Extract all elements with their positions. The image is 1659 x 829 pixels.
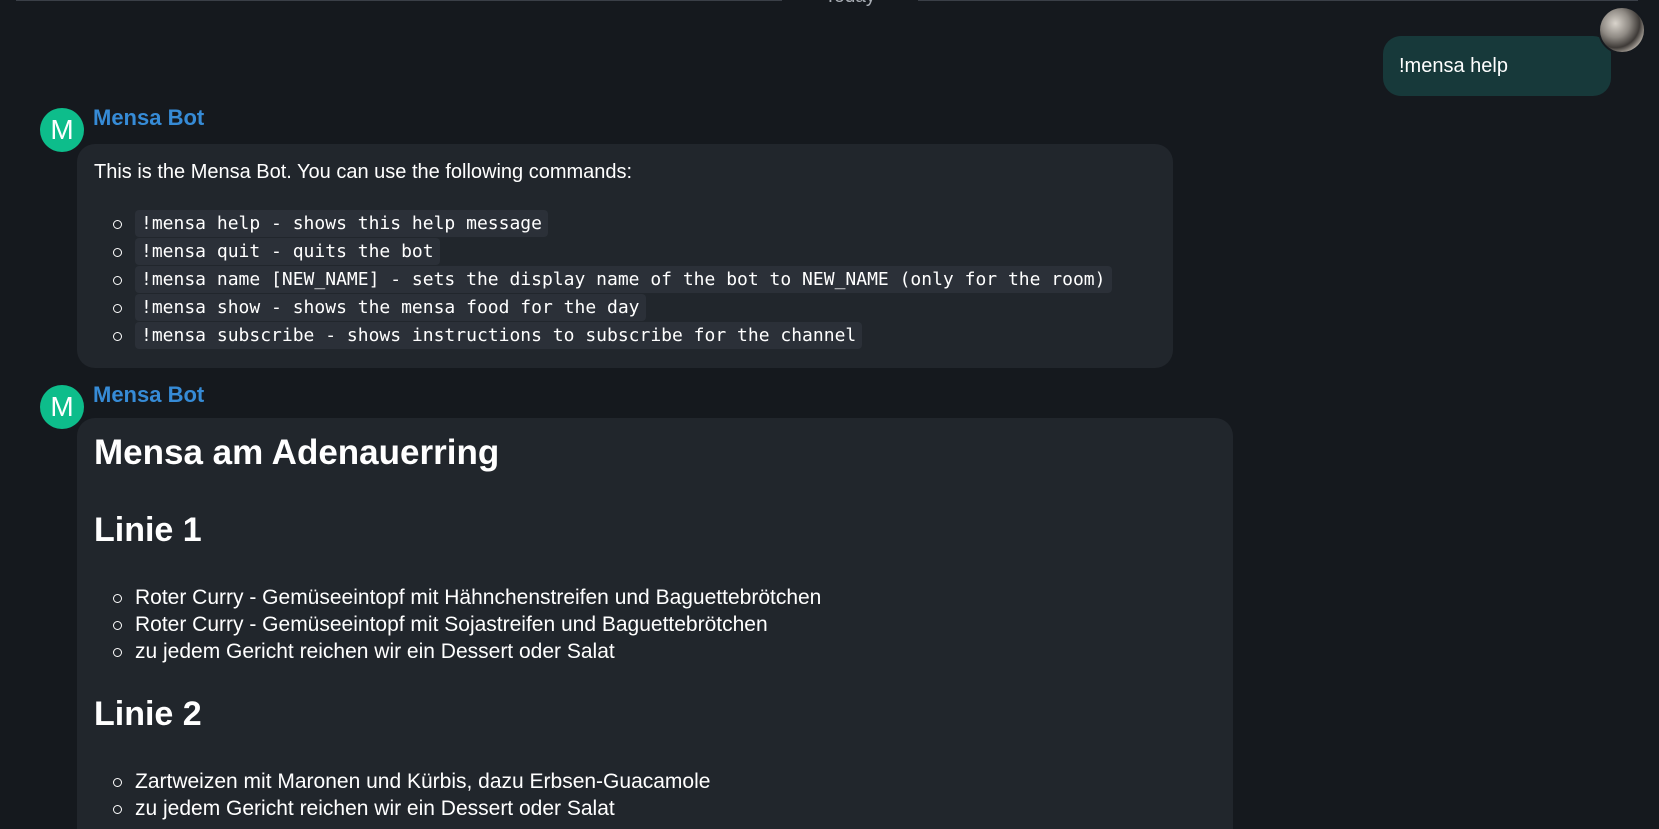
message-bubble: This is the Mensa Bot. You can use the f… [77, 144, 1173, 368]
food-item: zu jedem Gericht reichen wir ein Dessert… [112, 795, 710, 822]
line-heading: Linie 1 [94, 511, 202, 549]
sender-name[interactable]: Mensa Bot [93, 382, 204, 408]
food-list: Roter Curry - Gemüseeintopf mit Hähnchen… [77, 584, 821, 665]
own-message-text: !mensa help [1399, 55, 1508, 77]
command-code: !mensa quit - quits the bot [135, 238, 440, 265]
command-item: !mensa name [NEW_NAME] - sets the displa… [113, 266, 1112, 294]
food-item: Roter Curry - Gemüseeintopf mit Sojastre… [112, 611, 821, 638]
command-code: !mensa subscribe - shows instructions to… [135, 322, 863, 349]
command-list: !mensa help - shows this help message !m… [77, 210, 1112, 350]
help-intro-text: This is the Mensa Bot. You can use the f… [94, 161, 633, 183]
food-item: Zartweizen mit Maronen und Kürbis, dazu … [112, 770, 711, 793]
command-code: !mensa help - shows this help message [135, 210, 548, 237]
command-item: !mensa show - shows the mensa food for t… [113, 294, 1112, 322]
separator-line-left [16, 0, 782, 1]
command-item: !mensa subscribe - shows instructions to… [113, 322, 1112, 350]
food-list: Zartweizen mit Maronen und Kürbis, dazu … [77, 768, 710, 822]
chat-timeline: Today !mensa help M Mensa Bot This is th… [0, 0, 1659, 829]
food-item: zu jedem Gericht reichen wir ein Dessert… [112, 638, 821, 665]
line-heading: Linie 2 [94, 695, 202, 733]
bot-avatar[interactable]: M [40, 385, 84, 429]
command-item: !mensa quit - quits the bot [113, 238, 1112, 266]
separator-line-right [918, 0, 1638, 1]
command-code: !mensa name [NEW_NAME] - sets the displa… [135, 266, 1112, 293]
user-avatar[interactable] [1600, 8, 1644, 52]
menu-title: Mensa am Adenauerring [94, 433, 500, 472]
own-message-bubble[interactable]: !mensa help [1383, 36, 1611, 96]
date-separator: Today [16, 0, 1638, 7]
food-item: Roter Curry - Gemüseeintopf mit Hähnchen… [112, 586, 822, 609]
command-item: !mensa help - shows this help message [113, 210, 1112, 238]
command-code: !mensa show - shows the mensa food for t… [135, 294, 646, 321]
sender-name[interactable]: Mensa Bot [93, 105, 204, 131]
message-bubble: Mensa am Adenauerring Linie 1 Roter Curr… [77, 418, 1233, 829]
bot-avatar[interactable]: M [40, 108, 84, 152]
date-separator-label: Today [782, 0, 918, 8]
